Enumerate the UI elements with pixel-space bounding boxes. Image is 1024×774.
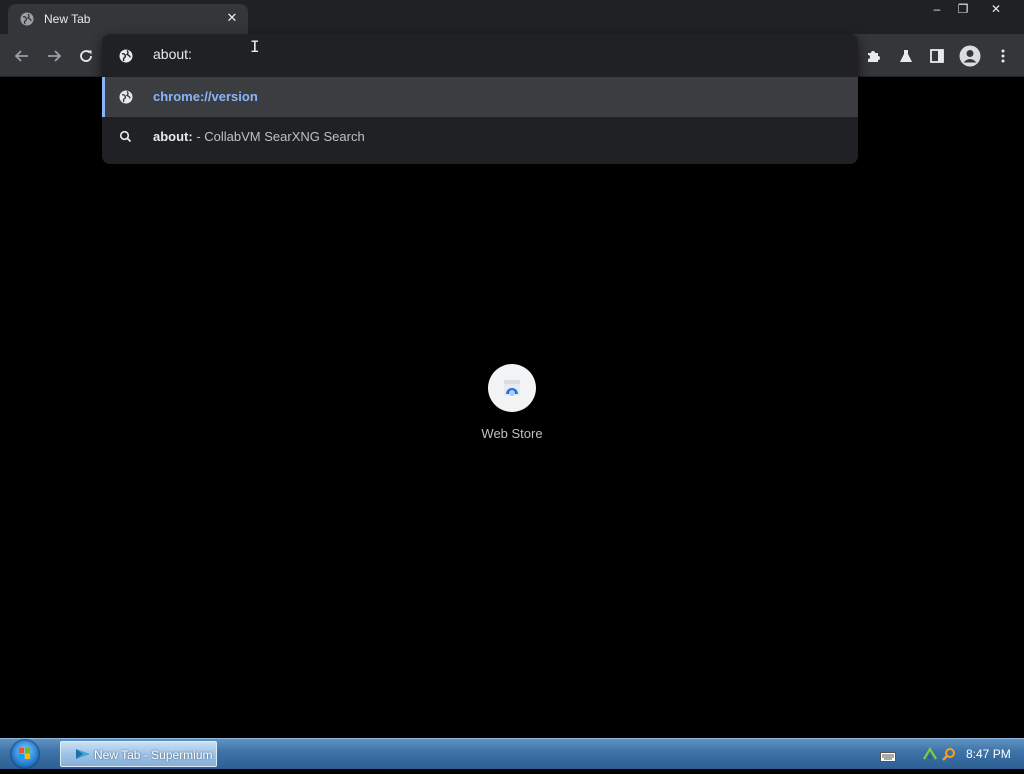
- title-bar: New Tab ✕ – ❐ ✕: [0, 0, 1024, 34]
- search-icon: [118, 129, 134, 145]
- taskbar-window-label: New Tab - Supermium: [94, 748, 213, 762]
- text-cursor-icon: I: [250, 37, 260, 56]
- start-button[interactable]: [10, 739, 40, 769]
- omnibox-popup: about: chrome://version about: - CollabV…: [102, 34, 858, 164]
- arrow-right-icon: [48, 50, 62, 62]
- restore-button[interactable]: ❐: [950, 0, 976, 18]
- extensions-button[interactable]: [860, 42, 888, 70]
- taskbar: New Tab - Supermium 8:47 PM: [0, 738, 1024, 769]
- suggestion-url-text: chrome://version: [153, 89, 258, 104]
- minimize-button[interactable]: –: [924, 0, 950, 18]
- keyboard-icon[interactable]: [880, 749, 896, 762]
- flask-icon: [900, 50, 912, 62]
- search-tray-icon[interactable]: [942, 747, 956, 761]
- tab-title: New Tab: [44, 12, 91, 26]
- suggestion-search[interactable]: about: - CollabVM SearXNG Search: [102, 117, 858, 157]
- menu-button[interactable]: [989, 42, 1017, 70]
- kebab-menu-icon: [1001, 49, 1005, 63]
- side-panel-button[interactable]: [923, 42, 951, 70]
- web-store-icon: [504, 380, 520, 396]
- address-input[interactable]: about:: [153, 46, 192, 62]
- puzzle-icon: [868, 51, 880, 62]
- windows-logo-icon: [19, 748, 30, 759]
- profile-button[interactable]: [956, 42, 984, 70]
- globe-icon: [118, 89, 134, 105]
- back-button[interactable]: [8, 42, 36, 70]
- shortcut-label: Web Store: [481, 426, 543, 441]
- arrow-left-icon: [14, 50, 28, 62]
- search-engine-suffix: - CollabVM SearXNG Search: [192, 129, 365, 144]
- reload-button[interactable]: [72, 42, 100, 70]
- window-controls: – ❐ ✕: [924, 0, 1016, 18]
- suggestion-search-text: about: - CollabVM SearXNG Search: [153, 129, 365, 144]
- forward-button[interactable]: [40, 42, 68, 70]
- globe-icon: [118, 48, 134, 64]
- shortcut-icon-circle: [488, 364, 536, 412]
- globe-icon: [20, 12, 34, 26]
- network-icon[interactable]: [922, 747, 938, 761]
- browser-app-icon: [75, 747, 91, 761]
- address-bar[interactable]: about:: [102, 34, 858, 76]
- search-query: about:: [153, 129, 193, 144]
- labs-button[interactable]: [892, 42, 920, 70]
- avatar-icon: [959, 45, 981, 67]
- taskbar-window-button[interactable]: New Tab - Supermium: [60, 741, 217, 767]
- close-window-button[interactable]: ✕: [976, 0, 1016, 18]
- clock[interactable]: 8:47 PM: [966, 747, 1011, 761]
- shortcut-tile[interactable]: Web Store: [472, 364, 552, 441]
- side-panel-icon: [930, 49, 944, 63]
- tab-close-button[interactable]: ✕: [224, 10, 240, 26]
- tab-new-tab[interactable]: New Tab ✕: [8, 4, 248, 34]
- reload-icon: [80, 50, 92, 62]
- suggestion-url[interactable]: chrome://version: [102, 77, 858, 117]
